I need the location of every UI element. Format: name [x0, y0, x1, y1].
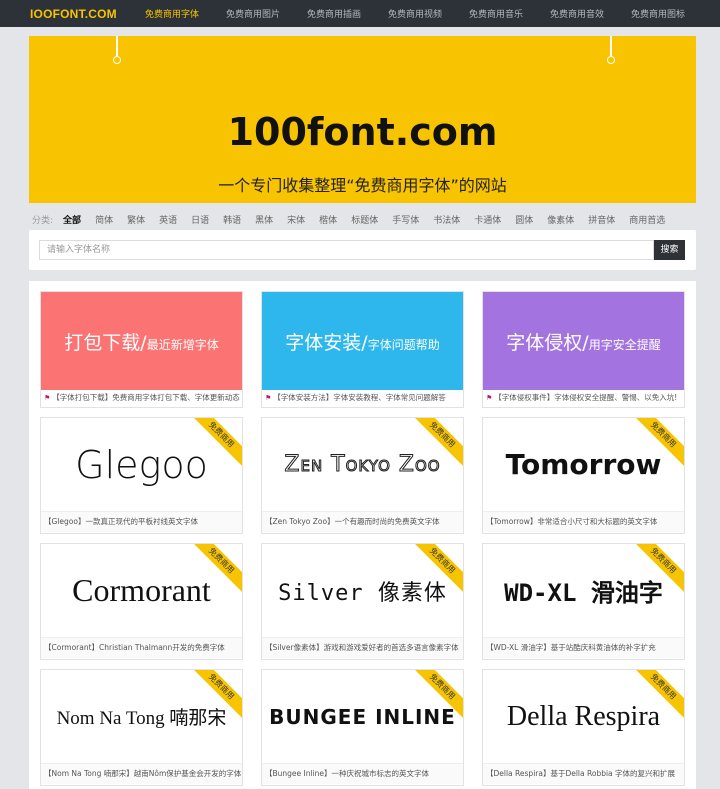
font-card-della-respira[interactable]: 免费商用 Della Respira 【Della Respira】基于Dell…: [482, 669, 685, 786]
card-caption: 【字体安装方法】字体安装教程、字体常见问题解答: [273, 393, 446, 402]
category-traditional[interactable]: 繁体: [127, 213, 145, 226]
font-grid: 打包下载/最近新增字体 ⚑ 【字体打包下载】免费商用字体打包下载、字体更新动态 字…: [29, 281, 696, 789]
nav-link-music[interactable]: 免费商用音乐: [469, 7, 550, 20]
featured-banner: 字体侵权/用字安全提醒: [483, 292, 684, 390]
category-handwriting[interactable]: 手写体: [392, 213, 419, 226]
category-calligraphy[interactable]: 书法体: [433, 213, 460, 226]
flag-icon: ⚑: [486, 394, 493, 402]
font-card-glegoo[interactable]: 免费商用 Glegoo 【Glegoo】一款真正现代的平板衬线英文字体: [40, 417, 243, 534]
font-sample: Della Respira: [506, 700, 661, 732]
featured-card-infringement[interactable]: 字体侵权/用字安全提醒 ⚑ 【字体侵权事件】字体侵权安全提醒、警惕、以免入坑!: [482, 291, 685, 408]
category-filter: 分类: 全部 简体 繁体 英语 日语 韩语 黑体 宋体 楷体 标题体 手写体 书…: [32, 212, 679, 226]
top-navbar: IOOFONT.COM 免费商用字体 免费商用图片 免费商用插画 免费商用视频 …: [0, 0, 720, 27]
card-caption: 【Della Respira】基于Della Robbia 字体的复兴和扩展: [483, 764, 684, 784]
nav-link-illustrations[interactable]: 免费商用插画: [307, 7, 388, 20]
banner-title: 100font.com: [227, 110, 498, 154]
category-commercial-pick[interactable]: 商用首选: [629, 213, 665, 226]
category-label: 分类:: [32, 215, 54, 226]
card-caption: 【WD-XL 滑油字】基于站酷庆科黄油体的补字扩充: [483, 638, 684, 658]
flag-icon: ⚑: [265, 394, 272, 402]
font-sample: Tomorrow: [505, 448, 662, 481]
featured-subtitle: 用字安全提醒: [588, 337, 661, 352]
category-pixel[interactable]: 像素体: [547, 213, 574, 226]
category-pinyin[interactable]: 拼音体: [588, 213, 615, 226]
featured-subtitle: 字体问题帮助: [367, 337, 440, 352]
font-sample: Cormorant: [72, 572, 211, 608]
font-card-wd-xl[interactable]: 免费商用 WD-XL 滑油字 【WD-XL 滑油字】基于站酷庆科黄油体的补字扩充: [482, 543, 685, 660]
site-logo[interactable]: IOOFONT.COM: [30, 7, 145, 21]
search-bar: 请输入字体名称 搜索: [29, 230, 696, 270]
category-english[interactable]: 英语: [159, 213, 177, 226]
category-cartoon[interactable]: 卡通体: [474, 213, 501, 226]
card-caption: 【字体侵权事件】字体侵权安全提醒、警惕、以免入坑!: [494, 393, 678, 402]
nav-links: 免费商用字体 免费商用图片 免费商用插画 免费商用视频 免费商用音乐 免费商用音…: [145, 7, 712, 20]
banner-pin-left: [113, 36, 121, 64]
featured-title: 字体侵权: [506, 331, 583, 354]
font-card-silver[interactable]: 免费商用 Silver 像素体 【Silver像素体】游戏和游戏爱好者的首选多语…: [261, 543, 464, 660]
category-song[interactable]: 宋体: [287, 213, 305, 226]
category-kai[interactable]: 楷体: [319, 213, 337, 226]
category-simplified[interactable]: 简体: [95, 213, 113, 226]
featured-title: 字体安装: [285, 331, 362, 354]
font-sample: Glegoo: [75, 442, 208, 487]
font-sample: WD-XL 滑油字: [504, 579, 663, 607]
category-all[interactable]: 全部: [63, 213, 81, 226]
nav-link-icons[interactable]: 免费商用图标: [631, 7, 712, 20]
font-sample: Silver 像素体: [278, 580, 447, 606]
category-korean[interactable]: 韩语: [223, 213, 241, 226]
font-sample: BUNGEE INLINE: [269, 704, 456, 729]
font-card-nom-na-tong[interactable]: 免费商用 Nom Na Tong 喃那宋 【Nom Na Tong 喃那宋】越南…: [40, 669, 243, 786]
card-caption: 【Tomorrow】非常适合小尺寸和大标题的英文字体: [483, 512, 684, 532]
card-caption: 【Nom Na Tong 喃那宋】越南Nôm保护基金会开发的字体: [41, 764, 242, 784]
font-card-cormorant[interactable]: 免费商用 Cormorant 【Cormorant】Christian Thal…: [40, 543, 243, 660]
card-caption: 【Glegoo】一款真正现代的平板衬线英文字体: [41, 512, 242, 532]
card-caption: 【Zen Tokyo Zoo】一个有趣而时尚的免费英文字体: [262, 512, 463, 532]
featured-subtitle: 最近新增字体: [146, 337, 219, 352]
banner-subtitle: 一个专门收集整理“免费商用字体”的网站: [218, 176, 507, 195]
font-sample: Nom Na Tong 喃那宋: [56, 708, 227, 729]
font-sample: Zen Tokyo Zoo: [284, 452, 441, 478]
flag-icon: ⚑: [44, 394, 51, 402]
featured-card-install[interactable]: 字体安装/字体问题帮助 ⚑ 【字体安装方法】字体安装教程、字体常见问题解答: [261, 291, 464, 408]
font-card-zen-tokyo-zoo[interactable]: 免费商用 Zen Tokyo Zoo 【Zen Tokyo Zoo】一个有趣而时…: [261, 417, 464, 534]
category-hei[interactable]: 黑体: [255, 213, 273, 226]
featured-banner: 字体安装/字体问题帮助: [262, 292, 463, 390]
featured-card-download[interactable]: 打包下载/最近新增字体 ⚑ 【字体打包下载】免费商用字体打包下载、字体更新动态: [40, 291, 243, 408]
card-caption: 【字体打包下载】免费商用字体打包下载、字体更新动态: [52, 393, 240, 402]
card-caption: 【Silver像素体】游戏和游戏爱好者的首选多语言像素字体: [262, 638, 463, 658]
category-japanese[interactable]: 日语: [191, 213, 209, 226]
card-caption: 【Bungee Inline】一种庆祝城市标志的英文字体: [262, 764, 463, 784]
search-button[interactable]: 搜索: [654, 240, 685, 260]
category-round[interactable]: 圆体: [515, 213, 533, 226]
category-title[interactable]: 标题体: [351, 213, 378, 226]
nav-link-videos[interactable]: 免费商用视频: [388, 7, 469, 20]
featured-banner: 打包下载/最近新增字体: [41, 292, 242, 390]
card-caption: 【Cormorant】Christian Thalmann开发的免费字体: [41, 638, 242, 658]
nav-link-sound-effects[interactable]: 免费商用音效: [550, 7, 631, 20]
nav-link-fonts[interactable]: 免费商用字体: [145, 7, 226, 20]
featured-title: 打包下载: [64, 331, 141, 354]
banner-pin-right: [607, 36, 615, 64]
nav-link-images[interactable]: 免费商用图片: [226, 7, 307, 20]
font-card-bungee-inline[interactable]: 免费商用 BUNGEE INLINE 【Bungee Inline】一种庆祝城市…: [261, 669, 464, 786]
font-card-tomorrow[interactable]: 免费商用 Tomorrow 【Tomorrow】非常适合小尺寸和大标题的英文字体: [482, 417, 685, 534]
search-input[interactable]: 请输入字体名称: [39, 240, 654, 260]
hero-banner: 100font.com 一个专门收集整理“免费商用字体”的网站: [29, 36, 696, 203]
